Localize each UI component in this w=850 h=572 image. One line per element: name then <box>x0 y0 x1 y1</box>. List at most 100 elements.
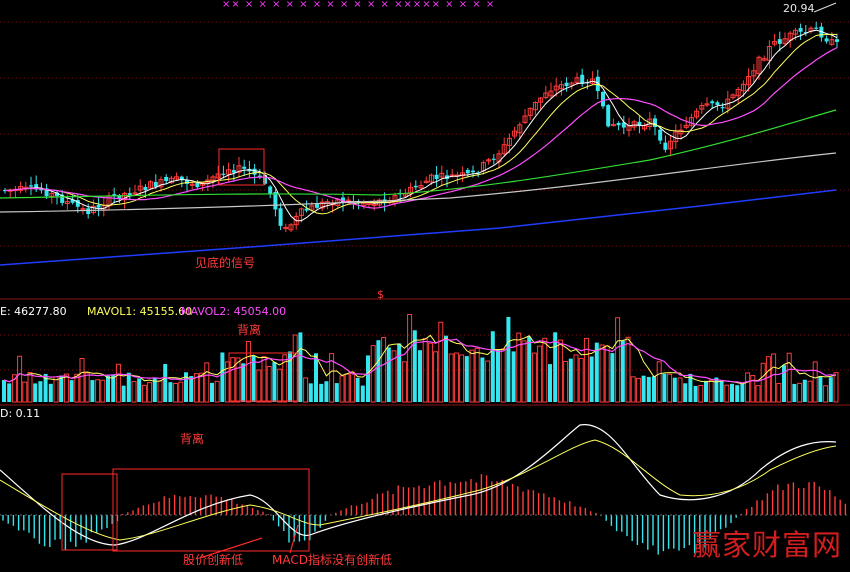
volume-bar <box>157 380 163 403</box>
volume-bar <box>677 377 683 403</box>
volume-bar <box>38 381 43 402</box>
volume-bar <box>17 355 23 403</box>
candle-body <box>278 208 283 226</box>
candle-body <box>606 105 611 127</box>
volume-bar <box>672 377 677 402</box>
candle-body <box>580 74 585 84</box>
volume-bar <box>418 350 422 402</box>
bottom-signal-label: 见底的信号 <box>195 256 256 270</box>
volume-bar <box>516 332 522 403</box>
volume-bar <box>635 377 641 403</box>
high-price-pointer <box>813 2 837 13</box>
volume-bar <box>776 382 782 403</box>
volume-bar <box>59 375 64 402</box>
volume-bar <box>381 336 387 403</box>
volume-bar <box>735 385 740 402</box>
volume-bar <box>771 353 777 403</box>
volume-bar <box>474 347 480 403</box>
volume-bar <box>235 357 241 403</box>
volume-bar <box>730 383 734 402</box>
candle-body <box>564 82 569 87</box>
volume-bar <box>48 383 53 402</box>
volume-bar <box>261 356 267 403</box>
volume-bar <box>319 383 324 402</box>
candle-body <box>127 193 132 196</box>
candle-body <box>471 170 475 173</box>
volume-bar <box>168 382 173 402</box>
volume-bar <box>506 316 511 402</box>
volume-bar <box>797 382 803 403</box>
volume-bar <box>84 372 90 403</box>
volume-bar <box>292 334 298 403</box>
moving-average-lines <box>0 29 838 266</box>
volume-bars <box>2 313 839 403</box>
volume-bar <box>324 381 329 402</box>
price-candles <box>3 21 839 233</box>
volume-bar <box>245 340 251 403</box>
volume-bar <box>230 357 236 403</box>
volume-bar <box>422 338 428 403</box>
volume-bar <box>610 353 615 402</box>
volume-bar <box>137 378 142 402</box>
volume-bar <box>433 351 439 403</box>
volume-bar <box>599 344 605 403</box>
volume-bar <box>444 335 448 402</box>
volume-bar <box>704 380 708 402</box>
candle-body <box>616 122 621 126</box>
candle-body <box>720 107 725 109</box>
volume-bar <box>511 351 516 402</box>
volume-bar <box>464 356 469 402</box>
volume-bar <box>719 381 724 402</box>
volume-bar <box>818 376 823 402</box>
volume-bar <box>568 358 573 402</box>
volume-bar <box>210 382 214 402</box>
volume-bar <box>496 349 500 402</box>
volume-bar <box>152 378 157 402</box>
candle-body <box>29 185 33 187</box>
volume-bar <box>641 375 646 402</box>
volume-bar <box>459 354 465 403</box>
volume-bar <box>615 317 621 403</box>
volume-bar <box>583 337 589 403</box>
volume-bar <box>812 361 818 403</box>
volume-bar <box>557 339 563 403</box>
volume-bar <box>141 384 147 403</box>
candle-body <box>231 170 236 173</box>
volume-bar <box>548 364 552 402</box>
volume-bar <box>407 313 413 403</box>
volume-bar <box>760 362 766 403</box>
volume-bar <box>500 348 506 403</box>
volume-bar <box>480 357 485 402</box>
volume-divergence-label: 背离 <box>237 323 262 337</box>
volume-gridlines <box>0 334 850 371</box>
volume-bar <box>745 372 751 403</box>
annotation-boxes <box>61 2 837 559</box>
volume-bar <box>121 385 126 402</box>
volume-bar <box>308 383 313 402</box>
volume-bar <box>386 347 391 402</box>
volume-bar <box>314 353 318 402</box>
candle-body <box>252 168 257 175</box>
candle-body <box>268 186 273 194</box>
volume-bar <box>438 321 444 403</box>
volume-bar <box>256 369 262 403</box>
volume-bar <box>630 376 636 403</box>
candle-body <box>710 101 715 104</box>
volume-bar <box>652 376 656 402</box>
candle-body <box>835 39 839 42</box>
volume-bar <box>53 376 59 403</box>
candle-body <box>242 166 247 169</box>
watermark-logo: 赢家财富网 <box>692 528 843 562</box>
volume-bar <box>298 332 303 402</box>
volume-bar <box>750 375 756 403</box>
volume-bar <box>266 366 272 403</box>
signal-marks-row: ×× × × × × × × × × × × × ××××× × × × × <box>222 0 496 10</box>
volume-bar <box>189 376 194 402</box>
volume-bar <box>63 373 69 403</box>
volume-bar <box>833 372 839 403</box>
candle-body <box>413 185 418 188</box>
volume-bar <box>563 360 569 403</box>
candle-body <box>814 27 819 29</box>
volume-bar <box>220 352 225 402</box>
volume-bar <box>662 373 667 402</box>
